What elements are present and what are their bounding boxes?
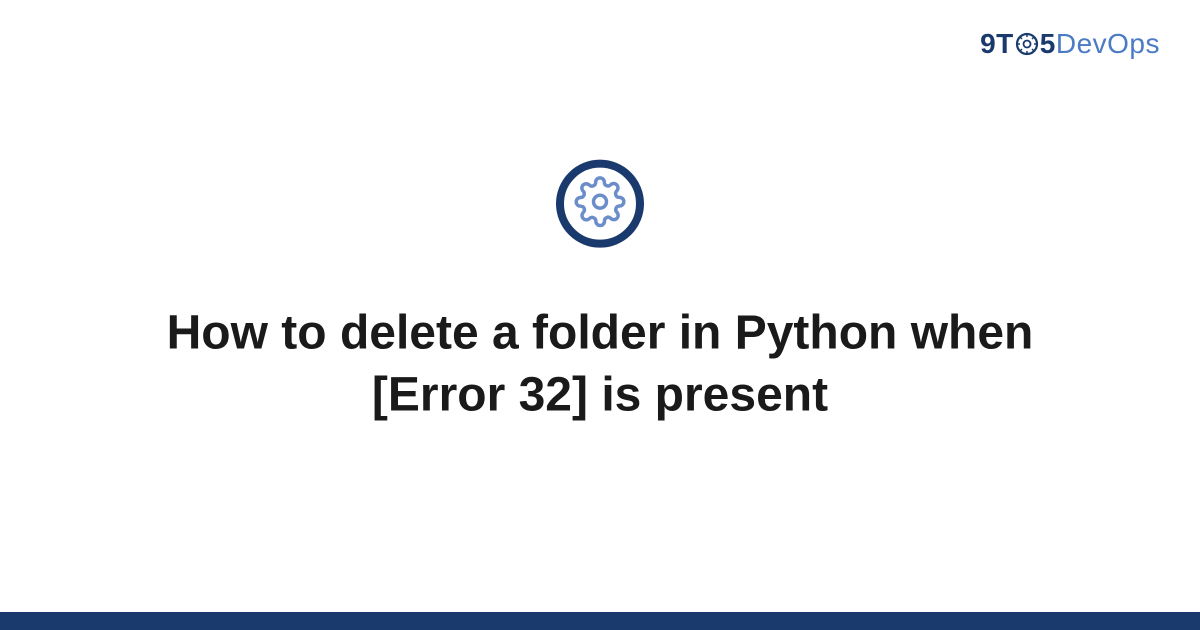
gear-icon	[574, 175, 626, 232]
main-content: How to delete a folder in Python when [E…	[0, 160, 1200, 428]
logo-text-devops: DevOps	[1056, 28, 1160, 59]
footer-bar	[0, 612, 1200, 630]
logo-text-5: 5	[1040, 28, 1056, 59]
brand-logo: 9T 5DevOps	[980, 28, 1160, 60]
feature-icon-circle	[556, 160, 644, 248]
logo-text-9t: 9T	[980, 28, 1014, 59]
gear-icon	[1015, 32, 1039, 56]
page-title: How to delete a folder in Python when [E…	[150, 303, 1050, 428]
